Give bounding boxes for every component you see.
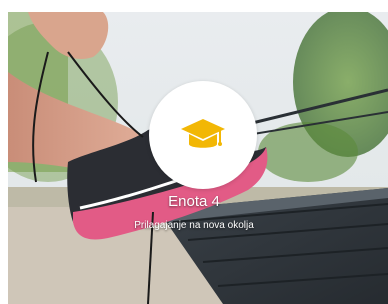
unit-badge xyxy=(149,81,257,189)
unit-subtitle: Prilagajanje na nova okolja xyxy=(134,220,254,231)
unit-card[interactable] xyxy=(8,12,388,304)
graduation-cap-icon xyxy=(181,119,225,148)
unit-title: Enota 4 xyxy=(168,193,220,210)
